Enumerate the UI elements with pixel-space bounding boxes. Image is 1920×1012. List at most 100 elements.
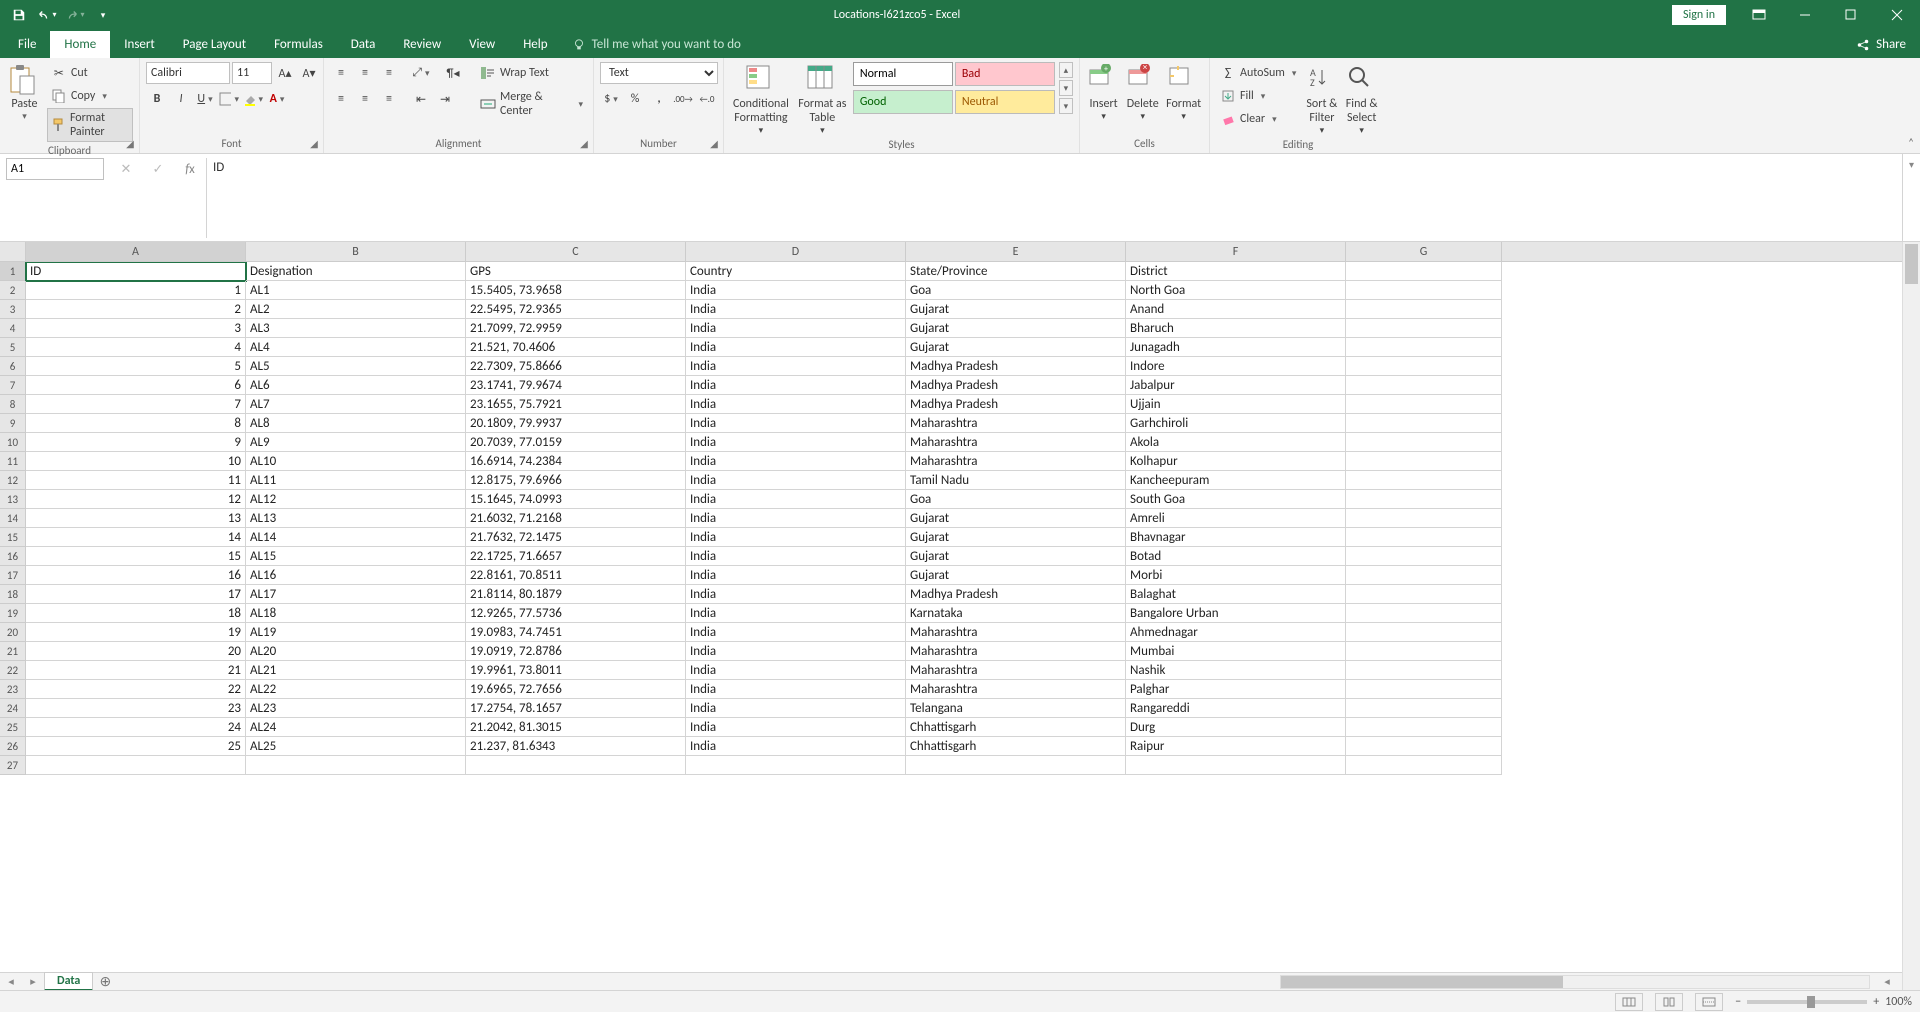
align-center-icon[interactable]: ≡ [354, 88, 376, 110]
cell[interactable]: 22 [26, 680, 246, 699]
align-middle-icon[interactable]: ≡ [354, 62, 376, 84]
cell[interactable]: AL25 [246, 737, 466, 756]
cell[interactable]: AL19 [246, 623, 466, 642]
cell[interactable] [1346, 376, 1502, 395]
cell[interactable]: Madhya Pradesh [906, 357, 1126, 376]
row-header[interactable]: 25 [0, 718, 26, 737]
row-header[interactable]: 13 [0, 490, 26, 509]
cell[interactable]: 16.6914, 74.2384 [466, 452, 686, 471]
cell[interactable] [1346, 509, 1502, 528]
column-header-G[interactable]: G [1346, 242, 1502, 261]
cell[interactable]: 22.8161, 70.8511 [466, 566, 686, 585]
row-header[interactable]: 27 [0, 756, 26, 775]
wrap-text-button[interactable]: Wrap Text [476, 62, 587, 84]
row-header[interactable]: 11 [0, 452, 26, 471]
cell[interactable]: AL12 [246, 490, 466, 509]
cell[interactable]: District [1126, 262, 1346, 281]
column-header-C[interactable]: C [466, 242, 686, 261]
undo-icon[interactable]: ▾ [34, 3, 60, 27]
clipboard-dialog-launcher[interactable]: ◢ [123, 136, 137, 150]
row-header[interactable]: 23 [0, 680, 26, 699]
cell[interactable] [906, 756, 1126, 775]
row-header[interactable]: 5 [0, 338, 26, 357]
row-header[interactable]: 8 [0, 395, 26, 414]
cell[interactable]: India [686, 604, 906, 623]
italic-button[interactable]: I [170, 88, 192, 110]
row-header[interactable]: 4 [0, 319, 26, 338]
cell[interactable]: AL9 [246, 433, 466, 452]
cell[interactable]: Raipur [1126, 737, 1346, 756]
orientation-icon[interactable]: ⤢ [410, 62, 432, 84]
column-header-E[interactable]: E [906, 242, 1126, 261]
column-header-F[interactable]: F [1126, 242, 1346, 261]
font-size-input[interactable] [232, 62, 272, 84]
cell[interactable] [1346, 528, 1502, 547]
select-all-corner[interactable] [0, 242, 26, 261]
cell[interactable]: Junagadh [1126, 338, 1346, 357]
fill-color-button[interactable] [242, 88, 264, 110]
cell[interactable]: Durg [1126, 718, 1346, 737]
cell[interactable]: 9 [26, 433, 246, 452]
cell[interactable] [1346, 319, 1502, 338]
cell[interactable]: 24 [26, 718, 246, 737]
cell[interactable]: 23.1655, 75.7921 [466, 395, 686, 414]
cell[interactable]: India [686, 585, 906, 604]
zoom-slider[interactable] [1747, 1000, 1867, 1004]
cancel-formula-icon[interactable]: ✕ [114, 158, 138, 180]
accounting-format-icon[interactable]: $ [600, 88, 622, 110]
minimize-icon[interactable] [1782, 0, 1828, 30]
align-top-icon[interactable]: ≡ [330, 62, 352, 84]
cell[interactable]: 21.2042, 81.3015 [466, 718, 686, 737]
cell[interactable] [1346, 718, 1502, 737]
collapse-ribbon-icon[interactable]: ˄ [1908, 136, 1914, 149]
cell[interactable]: AL13 [246, 509, 466, 528]
cell[interactable] [1346, 566, 1502, 585]
cell[interactable]: 12.8175, 79.6966 [466, 471, 686, 490]
cell-style-normal[interactable]: Normal [853, 62, 953, 86]
cell[interactable]: Gujarat [906, 300, 1126, 319]
alignment-dialog-launcher[interactable]: ◢ [577, 136, 591, 150]
cell[interactable]: 23 [26, 699, 246, 718]
cell[interactable]: India [686, 490, 906, 509]
cell[interactable]: India [686, 452, 906, 471]
increase-font-icon[interactable]: A▴ [274, 62, 296, 84]
align-bottom-icon[interactable]: ≡ [378, 62, 400, 84]
cell[interactable]: AL23 [246, 699, 466, 718]
cell[interactable]: AL4 [246, 338, 466, 357]
align-right-icon[interactable]: ≡ [378, 88, 400, 110]
cell[interactable]: Karnataka [906, 604, 1126, 623]
cell[interactable]: 22.1725, 71.6657 [466, 547, 686, 566]
cell[interactable]: 1 [26, 281, 246, 300]
cell[interactable]: India [686, 414, 906, 433]
cell[interactable]: 23.1741, 79.9674 [466, 376, 686, 395]
insert-cells-button[interactable]: + Insert▾ [1086, 62, 1121, 122]
cell[interactable]: Maharashtra [906, 452, 1126, 471]
cell[interactable]: Madhya Pradesh [906, 395, 1126, 414]
cell[interactable] [1346, 300, 1502, 319]
row-header[interactable]: 26 [0, 737, 26, 756]
tab-review[interactable]: Review [389, 31, 455, 58]
cell[interactable]: AL7 [246, 395, 466, 414]
tab-formulas[interactable]: Formulas [260, 31, 337, 58]
cell[interactable]: 8 [26, 414, 246, 433]
cell[interactable]: India [686, 395, 906, 414]
cell[interactable]: AL10 [246, 452, 466, 471]
cell[interactable]: AL15 [246, 547, 466, 566]
cell[interactable]: Ahmednagar [1126, 623, 1346, 642]
cell[interactable]: India [686, 642, 906, 661]
decrease-indent-icon[interactable]: ⇤ [410, 88, 432, 110]
tab-home[interactable]: Home [50, 31, 110, 58]
expand-formula-bar-icon[interactable]: ▾ [1909, 158, 1914, 171]
cell[interactable]: Maharashtra [906, 623, 1126, 642]
tab-view[interactable]: View [455, 31, 509, 58]
cell[interactable]: India [686, 699, 906, 718]
cell[interactable]: Gujarat [906, 319, 1126, 338]
clear-button[interactable]: Clear [1216, 108, 1300, 130]
cell[interactable]: AL21 [246, 661, 466, 680]
cell[interactable]: AL2 [246, 300, 466, 319]
cell[interactable]: 20 [26, 642, 246, 661]
cell[interactable]: AL8 [246, 414, 466, 433]
cell[interactable]: 14 [26, 528, 246, 547]
page-break-view-icon[interactable] [1695, 993, 1723, 1011]
cell[interactable]: Mumbai [1126, 642, 1346, 661]
